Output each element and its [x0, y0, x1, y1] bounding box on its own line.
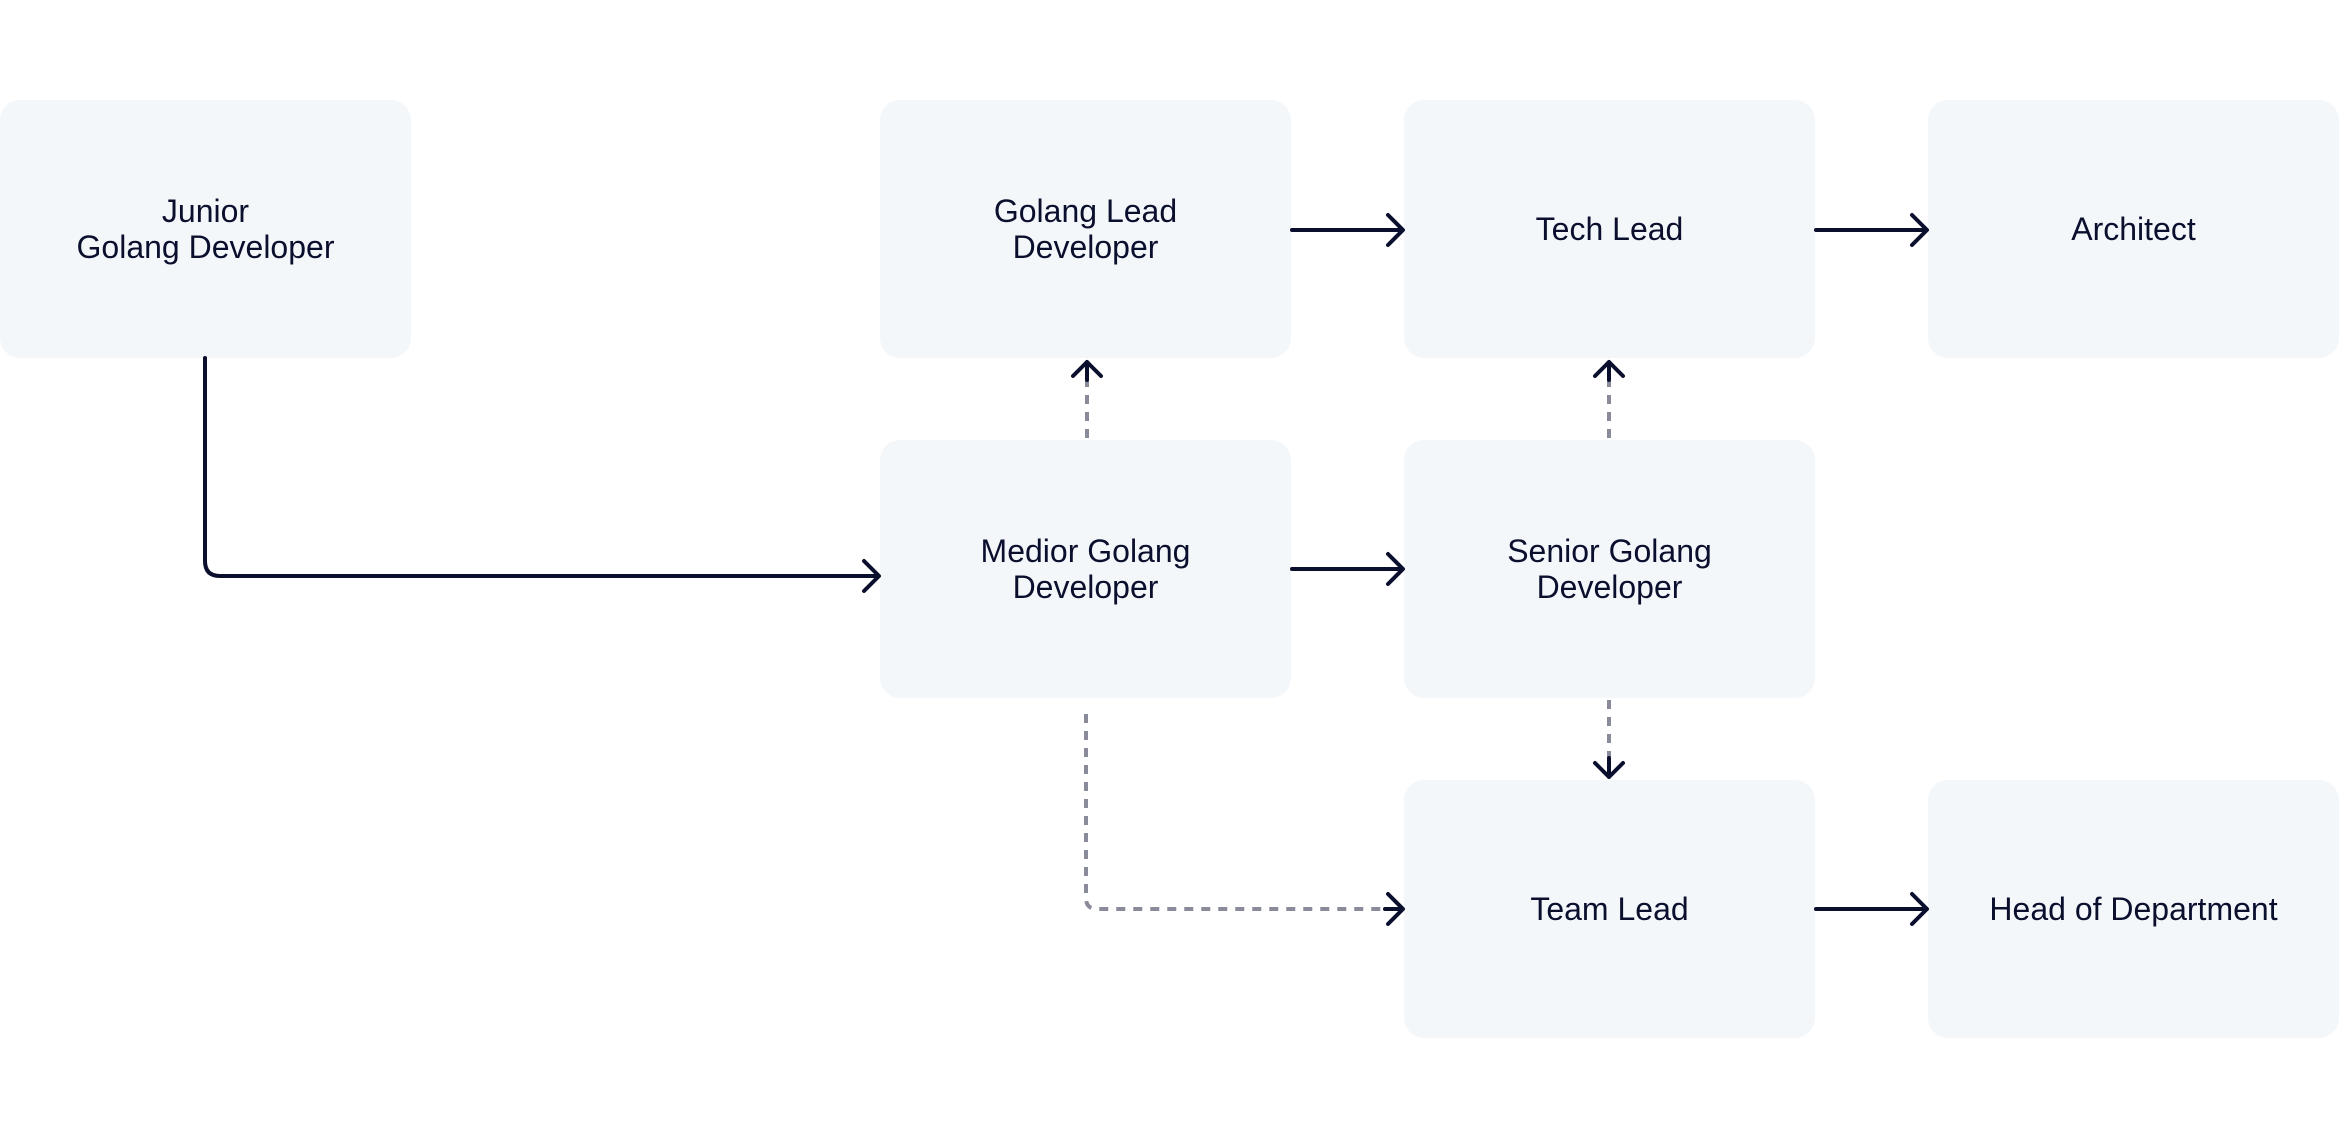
edge-team-lead-to-head [1814, 892, 1929, 926]
arrowhead-up-icon [1593, 360, 1625, 382]
edge-tech-lead-to-architect [1814, 213, 1929, 247]
edge-medior-to-senior [1290, 552, 1405, 586]
arrowhead-right-icon [1383, 892, 1405, 926]
connectors [203, 213, 1929, 926]
arrowhead-up-icon [1071, 360, 1103, 382]
edge-golang-lead-to-tech-lead [1290, 213, 1405, 247]
edge-junior-to-medior [203, 356, 881, 593]
arrowhead-down-icon [1593, 756, 1625, 779]
edge-medior-to-team-lead [1084, 714, 1390, 911]
